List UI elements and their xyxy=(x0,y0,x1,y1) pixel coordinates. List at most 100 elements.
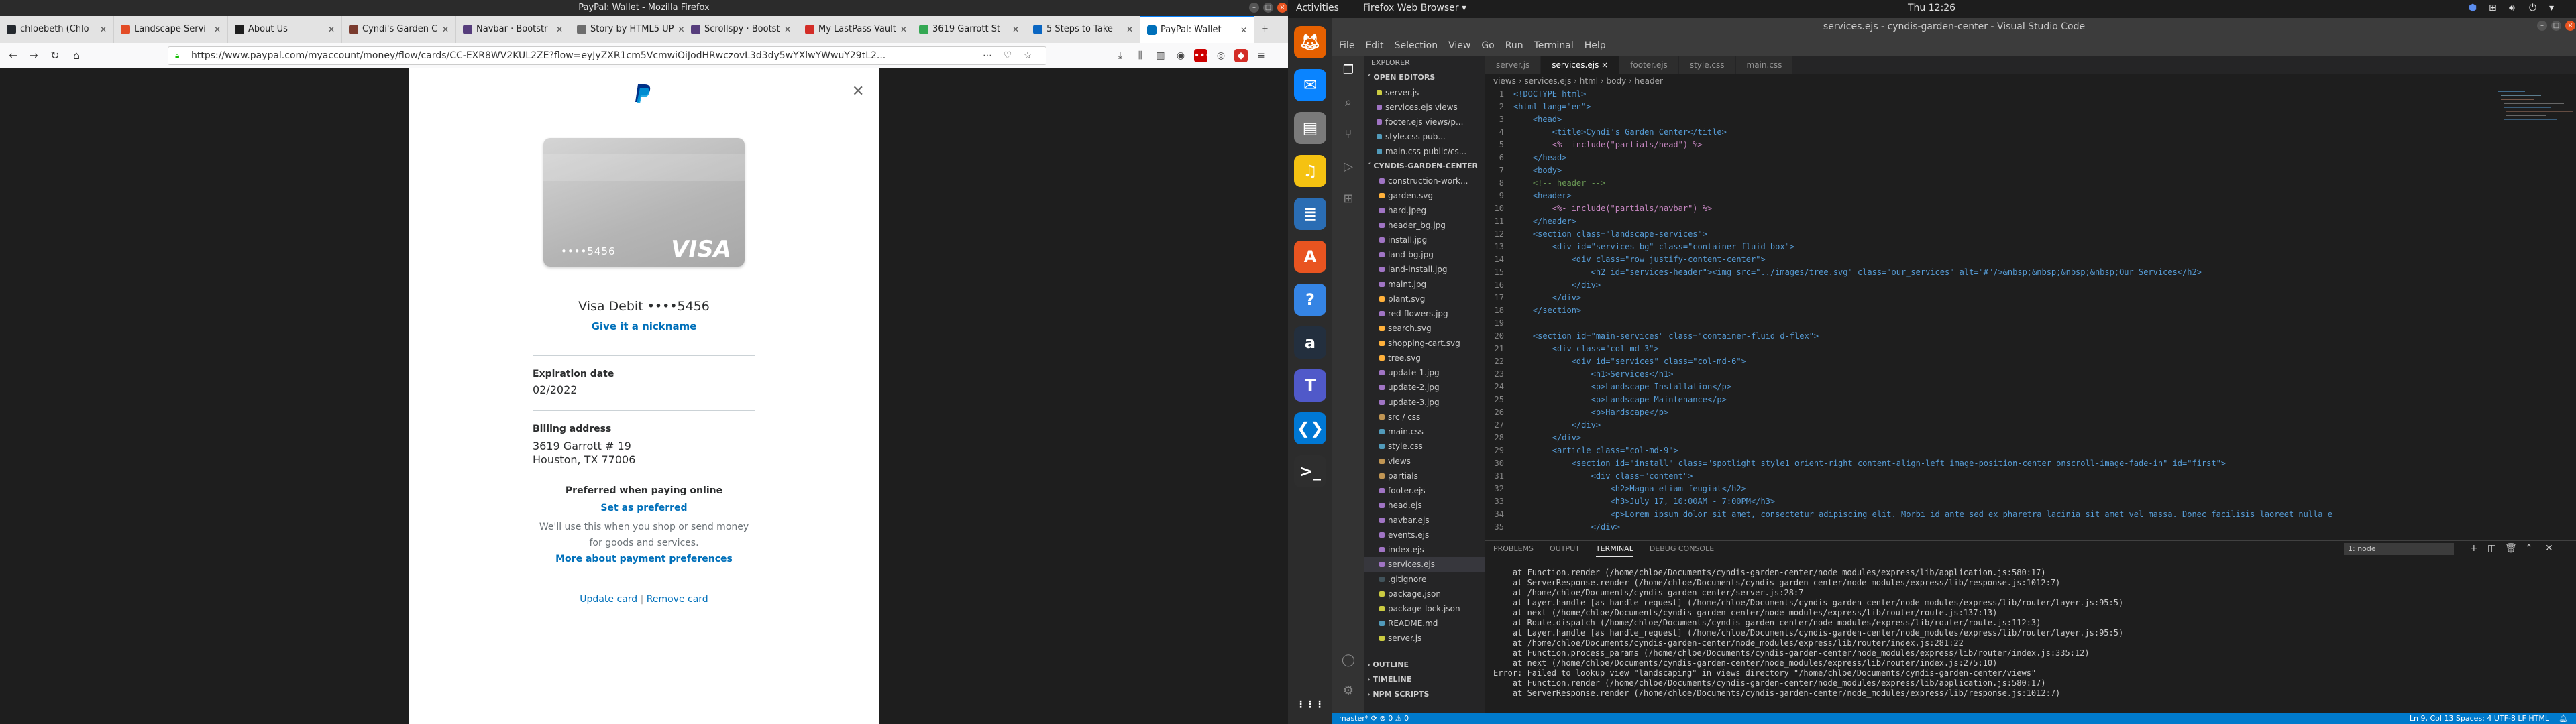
close-tab-icon[interactable]: ✕ xyxy=(328,16,335,43)
extensions-icon[interactable]: ⊞ xyxy=(1340,191,1356,207)
power-icon[interactable]: ⏻ xyxy=(2529,3,2536,13)
outline-header[interactable]: › OUTLINE xyxy=(1364,658,1485,672)
browser-tab[interactable]: My LastPass Vault ✕ xyxy=(798,16,912,43)
browser-tab[interactable]: Story by HTML5 UP ✕ xyxy=(570,16,684,43)
close-tab-icon[interactable]: ✕ xyxy=(784,16,791,43)
payment-preferences-link[interactable]: More about payment preferences xyxy=(409,554,879,564)
close-panel-icon[interactable]: ✕ xyxy=(2545,543,2553,554)
close-tab-icon[interactable]: ✕ xyxy=(442,16,449,43)
rhythmbox-dock-icon[interactable]: ♫ xyxy=(1294,155,1326,187)
file-item[interactable]: server.js xyxy=(1364,631,1485,646)
file-item[interactable]: events.ejs xyxy=(1364,528,1485,542)
file-item[interactable]: README.md xyxy=(1364,616,1485,631)
file-item[interactable]: header_bg.jpg xyxy=(1364,218,1485,233)
file-item[interactable]: footer.ejs views/p... xyxy=(1364,115,1485,129)
file-item[interactable]: tree.svg xyxy=(1364,351,1485,365)
explorer-icon[interactable]: ❐ xyxy=(1340,62,1356,78)
system-menu-icon[interactable]: ▾ xyxy=(2549,3,2554,13)
forward-icon[interactable]: → xyxy=(27,49,40,62)
thunderbird-dock-icon[interactable]: ✉ xyxy=(1294,69,1326,101)
clock[interactable]: Thu 12:26 xyxy=(1908,3,1955,13)
status-right[interactable]: Ln 9, Col 13 Spaces: 4 UTF-8 LF HTML xyxy=(2410,713,2549,724)
file-item[interactable]: red-flowers.jpg xyxy=(1364,306,1485,321)
file-item[interactable]: src / css xyxy=(1364,410,1485,424)
amazon-dock-icon[interactable]: a xyxy=(1294,326,1326,359)
file-item[interactable]: shopping-cart.svg xyxy=(1364,336,1485,351)
nickname-link[interactable]: Give it a nickname xyxy=(409,320,879,333)
npm-scripts-header[interactable]: › NPM SCRIPTS xyxy=(1364,687,1485,702)
help-dock-icon[interactable]: ? xyxy=(1294,284,1326,316)
browser-tab[interactable]: Scrollspy · Bootst ✕ xyxy=(684,16,798,43)
file-item[interactable]: index.ejs xyxy=(1364,542,1485,557)
url-bar[interactable]: 🔒︎ https://www.paypal.com/myaccount/mone… xyxy=(168,46,1046,65)
editor-tab[interactable]: footer.ejs xyxy=(1619,56,1679,74)
file-item[interactable]: plant.svg xyxy=(1364,292,1485,306)
browser-tab[interactable]: chloebeth (Chlo ✕ xyxy=(0,16,114,43)
menu-file[interactable]: File xyxy=(1339,36,1354,56)
open-editors-header[interactable]: ˅ OPEN EDITORS xyxy=(1364,70,1485,85)
activities-button[interactable]: Activities xyxy=(1296,3,1339,13)
minimize-button[interactable]: – xyxy=(2537,21,2547,31)
file-item[interactable]: services.ejs views xyxy=(1364,100,1485,115)
file-item[interactable]: hard.jpeg xyxy=(1364,203,1485,218)
file-item[interactable]: update-3.jpg xyxy=(1364,395,1485,410)
file-item[interactable]: navbar.ejs xyxy=(1364,513,1485,528)
browser-tab[interactable]: Cyndi's Garden C ✕ xyxy=(342,16,456,43)
file-item[interactable]: land-install.jpg xyxy=(1364,262,1485,277)
breadcrumb[interactable]: views › services.ejs › html › body › hea… xyxy=(1485,74,2576,88)
extension-icon[interactable]: ◎ xyxy=(1214,49,1228,62)
file-item[interactable]: head.ejs xyxy=(1364,498,1485,513)
close-tab-icon[interactable]: ✕ xyxy=(900,16,907,43)
app-menu[interactable]: Firefox Web Browser ▾ xyxy=(1363,3,1466,13)
file-item[interactable]: search.svg xyxy=(1364,321,1485,336)
page-actions-icon[interactable]: ⋯ xyxy=(981,49,994,62)
close-tab-icon[interactable]: ✕ xyxy=(678,16,684,43)
sidebar-icon[interactable]: ▥ xyxy=(1154,49,1167,62)
file-item[interactable]: land-bg.jpg xyxy=(1364,247,1485,262)
network-icon[interactable]: ⊞ xyxy=(2489,3,2497,13)
notifications-icon[interactable]: 🔔︎ xyxy=(2559,713,2568,724)
split-terminal-icon[interactable]: ◫ xyxy=(2487,543,2496,554)
file-item[interactable]: main.css xyxy=(1364,424,1485,439)
file-item[interactable]: install.jpg xyxy=(1364,233,1485,247)
panel-tab-debug-console[interactable]: DEBUG CONSOLE xyxy=(1650,541,1714,557)
search-icon[interactable]: ⌕ xyxy=(1340,95,1356,111)
panel-tab-output[interactable]: OUTPUT xyxy=(1550,541,1580,557)
firefox-dock-icon[interactable]: 🦊︎ xyxy=(1294,26,1326,58)
pocket-icon[interactable]: ♡ xyxy=(1001,49,1014,62)
set-preferred-link[interactable]: Set as preferred xyxy=(409,503,879,514)
minimap[interactable] xyxy=(2491,88,2576,537)
menu-edit[interactable]: Edit xyxy=(1365,36,1383,56)
terminal-output[interactable]: at Function.render (/home/chloe/Document… xyxy=(1493,568,2567,699)
file-item[interactable]: update-1.jpg xyxy=(1364,365,1485,380)
file-item[interactable]: main.css public/cs... xyxy=(1364,144,1485,159)
browser-tab[interactable]: Navbar · Bootstr ✕ xyxy=(456,16,570,43)
file-item[interactable]: construction-work... xyxy=(1364,174,1485,188)
teams-tray-icon[interactable]: ⬢ xyxy=(2469,3,2477,13)
file-item[interactable]: server.js xyxy=(1364,85,1485,100)
menu-run[interactable]: Run xyxy=(1505,36,1523,56)
menu-selection[interactable]: Selection xyxy=(1395,36,1438,56)
vscode-dock-icon[interactable]: ❮❯ xyxy=(1294,412,1326,444)
remove-card-link[interactable]: Remove card xyxy=(647,594,708,605)
file-item[interactable]: garden.svg xyxy=(1364,188,1485,203)
menu-icon[interactable]: ≡ xyxy=(1254,49,1268,62)
file-item[interactable]: update-2.jpg xyxy=(1364,380,1485,395)
close-window-button[interactable]: × xyxy=(1277,3,1287,13)
browser-tab[interactable]: About Us ✕ xyxy=(228,16,342,43)
maximize-button[interactable]: □ xyxy=(1263,3,1273,13)
browser-tab[interactable]: 3619 Garrott St ✕ xyxy=(912,16,1026,43)
kill-terminal-icon[interactable]: 🗑︎ xyxy=(2505,543,2517,554)
back-icon[interactable]: ← xyxy=(7,49,20,62)
terminal-selector[interactable]: 1: node xyxy=(2344,543,2454,555)
panel-tab-problems[interactable]: PROBLEMS xyxy=(1493,541,1534,557)
menu-terminal[interactable]: Terminal xyxy=(1534,36,1574,56)
browser-tab[interactable]: PayPal: Wallet ✕ xyxy=(1140,16,1254,43)
software-dock-icon[interactable]: A xyxy=(1294,241,1326,273)
editor-tab[interactable]: main.css xyxy=(1735,56,1794,74)
show-applications-icon[interactable]: ⋮⋮⋮ xyxy=(1294,688,1326,721)
file-item[interactable]: services.ejs xyxy=(1364,557,1485,572)
bookmark-star-icon[interactable]: ☆ xyxy=(1021,49,1034,62)
close-icon[interactable]: ✕ xyxy=(852,83,864,100)
minimize-button[interactable]: – xyxy=(1249,3,1259,13)
